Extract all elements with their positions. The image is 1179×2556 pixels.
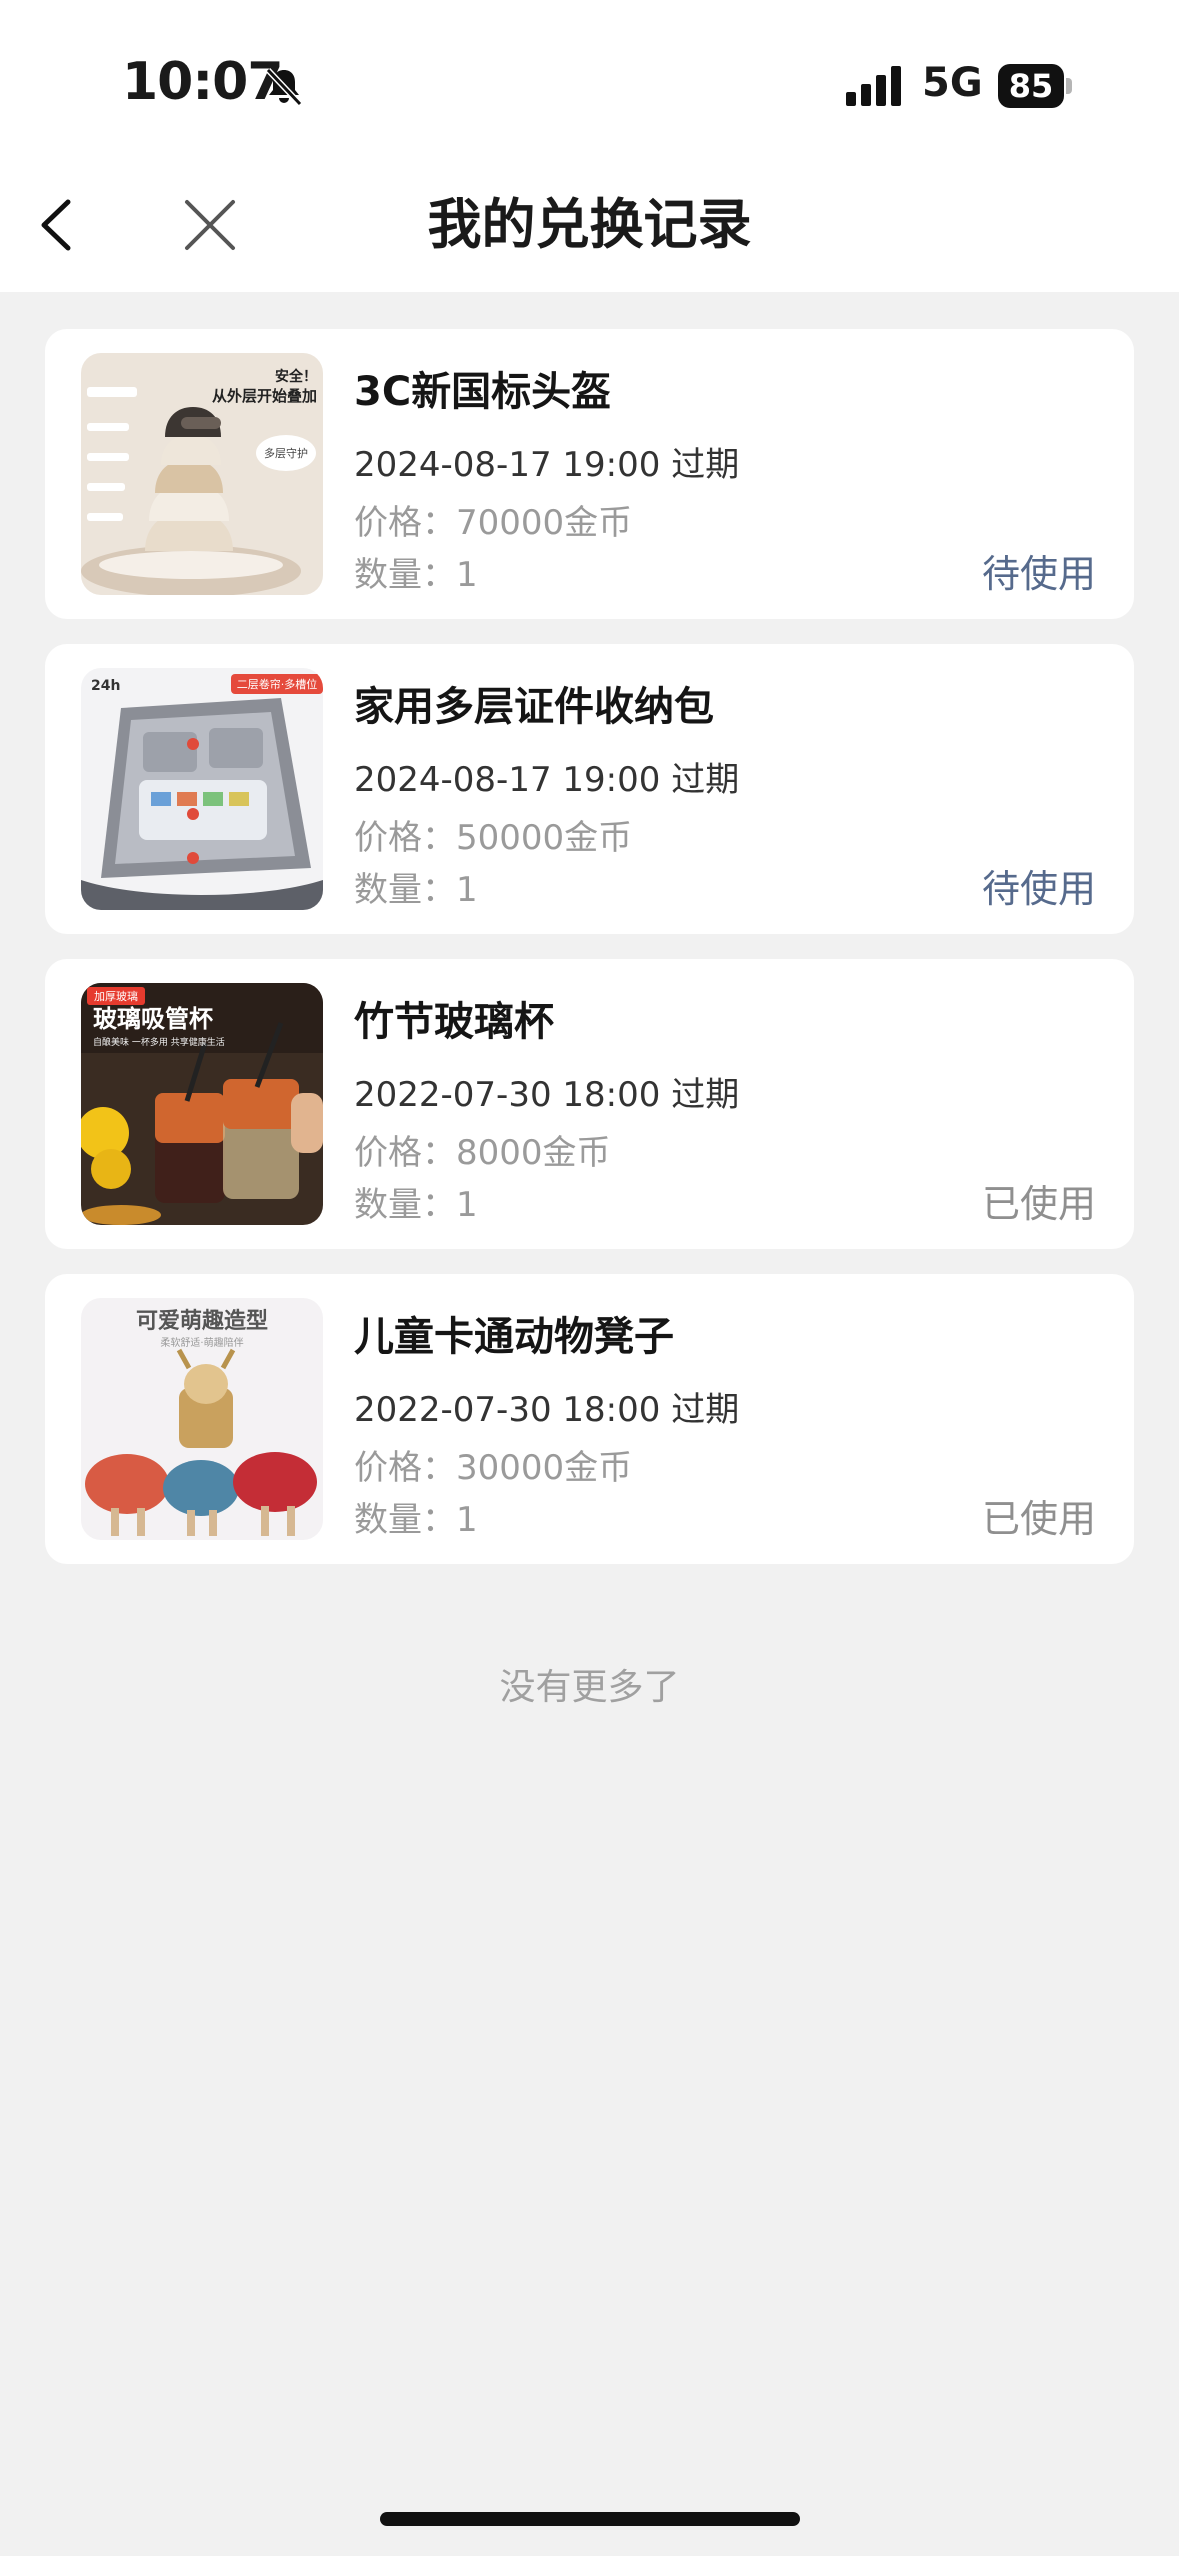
status-badge: 待使用: [981, 867, 1096, 911]
price: 价格：8000金币: [354, 1133, 611, 1173]
svg-text:24h: 24h: [91, 678, 120, 694]
home-indicator[interactable]: [380, 2512, 800, 2526]
svg-text:自酿美味 一杯多用 共享健康生活: 自酿美味 一杯多用 共享健康生活: [93, 1036, 225, 1048]
chevron-left-icon: [41, 199, 71, 251]
svg-text:玻璃吸管杯: 玻璃吸管杯: [93, 1005, 213, 1033]
battery-level: 85: [998, 64, 1064, 108]
back-button[interactable]: [30, 190, 100, 260]
product-image-animal-stool: 可爱萌趣造型 柔软舒适·萌趣陪伴: [81, 1298, 323, 1540]
battery-icon: 85: [998, 64, 1072, 108]
record-card[interactable]: 二层卷帘·多槽位 24h 家用多层证件收纳包 2024-08-17 19:00 …: [45, 644, 1134, 934]
svg-text:加厚玻璃: 加厚玻璃: [94, 989, 138, 1003]
network-type: 5G: [922, 60, 983, 106]
svg-text:多层守护: 多层守护: [264, 446, 308, 460]
quantity: 数量：1: [354, 1500, 478, 1540]
product-image-helmet: 安全！ 从外层开始叠加 多层守护: [81, 353, 323, 595]
close-icon: [185, 200, 235, 250]
status-badge: 已使用: [981, 1497, 1096, 1541]
silent-bell-icon: [262, 64, 306, 112]
expire-time: 2022-07-30 18:00 过期: [354, 1390, 740, 1430]
status-badge: 已使用: [981, 1182, 1096, 1226]
expire-time: 2024-08-17 19:00 过期: [354, 760, 740, 800]
close-button[interactable]: [175, 190, 245, 260]
product-name: 家用多层证件收纳包: [354, 684, 714, 730]
cellular-signal-icon: [846, 66, 906, 110]
quantity: 数量：1: [354, 555, 478, 595]
price: 价格：70000金币: [354, 503, 633, 543]
no-more-text: 没有更多了: [499, 1667, 680, 1708]
product-image-document-organizer: 二层卷帘·多槽位 24h: [81, 668, 323, 910]
record-card[interactable]: 加厚玻璃 玻璃吸管杯 自酿美味 一杯多用 共享健康生活 竹节玻璃杯 2022-0…: [45, 959, 1134, 1249]
status-badge: 待使用: [981, 552, 1096, 596]
price: 价格：30000金币: [354, 1448, 633, 1488]
product-name: 3C新国标头盔: [354, 369, 612, 415]
status-time: 10:07: [122, 52, 284, 112]
top-bar: 10:07 5G 85 我的兑换记录: [0, 0, 1179, 292]
product-name: 儿童卡通动物凳子: [354, 1314, 674, 1360]
navigation-bar: 我的兑换记录: [0, 160, 1179, 292]
quantity: 数量：1: [354, 1185, 478, 1225]
status-bar: 10:07 5G 85: [0, 0, 1179, 160]
quantity: 数量：1: [354, 870, 478, 910]
svg-text:二层卷帘·多槽位: 二层卷帘·多槽位: [237, 677, 318, 691]
expire-time: 2022-07-30 18:00 过期: [354, 1075, 740, 1115]
record-card[interactable]: 可爱萌趣造型 柔软舒适·萌趣陪伴 儿童卡通动物凳子 2022-07-30 18:…: [45, 1274, 1134, 1564]
product-image-glass-cup: 加厚玻璃 玻璃吸管杯 自酿美味 一杯多用 共享健康生活: [81, 983, 323, 1225]
expire-time: 2024-08-17 19:00 过期: [354, 445, 740, 485]
svg-text:从外层开始叠加: 从外层开始叠加: [212, 387, 317, 405]
exchange-record-list: 安全！ 从外层开始叠加 多层守护 3C新国标头盔 2024-08-17 19:0…: [45, 329, 1134, 1589]
svg-text:安全！: 安全！: [275, 368, 317, 385]
svg-text:柔软舒适·萌趣陪伴: 柔软舒适·萌趣陪伴: [160, 1336, 243, 1349]
svg-text:可爱萌趣造型: 可爱萌趣造型: [136, 1308, 268, 1334]
price: 价格：50000金币: [354, 818, 633, 858]
product-name: 竹节玻璃杯: [354, 999, 554, 1045]
record-card[interactable]: 安全！ 从外层开始叠加 多层守护 3C新国标头盔 2024-08-17 19:0…: [45, 329, 1134, 619]
